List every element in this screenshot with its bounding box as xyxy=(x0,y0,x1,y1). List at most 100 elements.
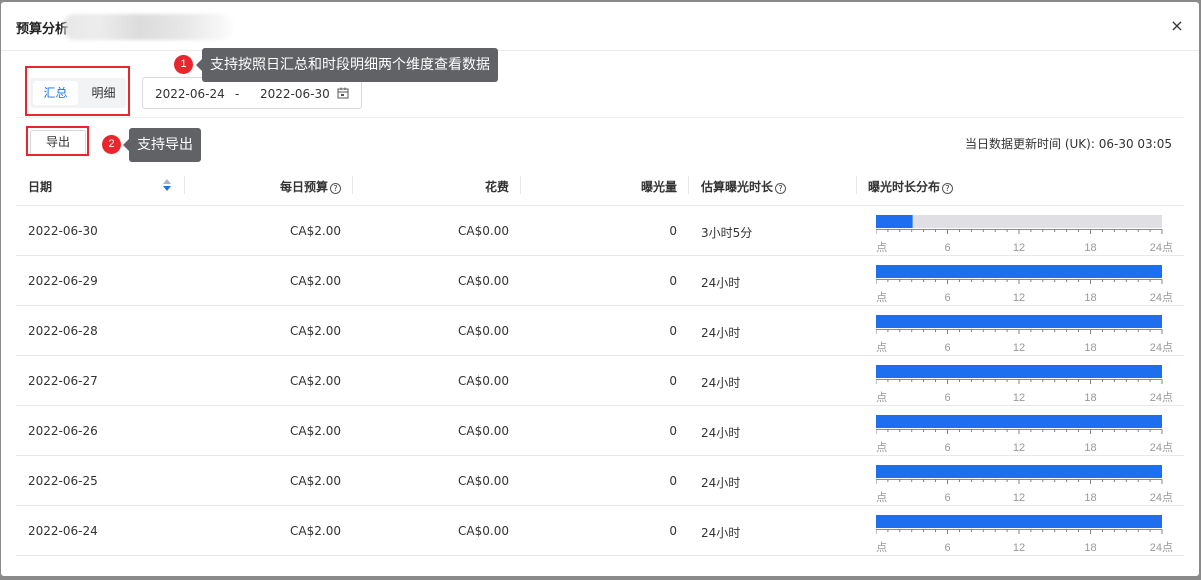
distribution-axis-label: 0点 xyxy=(876,341,887,354)
cell-impressions: 0 xyxy=(669,324,677,338)
distribution-axis-label: 18 xyxy=(1084,542,1096,554)
cell-daily-budget: CA$2.00 xyxy=(290,424,341,438)
distribution-axis-label: 6 xyxy=(944,242,950,254)
cell-date: 2022-06-29 xyxy=(28,274,98,288)
help-icon[interactable]: ? xyxy=(330,183,341,194)
distribution-axis-label: 18 xyxy=(1084,342,1096,354)
table-row: 2022-06-27 CA$2.00 CA$0.00 0 24小时 0点 6 12 18 24点 xyxy=(16,356,1184,406)
distribution-axis-label: 18 xyxy=(1084,292,1096,304)
distribution-axis-label: 0点 xyxy=(876,441,887,454)
column-header-date[interactable]: 日期 xyxy=(28,178,52,195)
table-row: 2022-06-30 CA$2.00 CA$0.00 0 3小时5分 0点 6 12 18 24点 xyxy=(16,206,1184,256)
date-range-end[interactable]: 2022-06-30 xyxy=(260,87,330,101)
header-separator xyxy=(184,176,185,194)
distribution-axis-label: 18 xyxy=(1084,242,1096,254)
cell-est-duration: 24小时 xyxy=(701,426,741,440)
distribution-axis-label: 24点 xyxy=(1150,291,1173,304)
distribution-axis-label: 12 xyxy=(1013,342,1025,354)
exposure-distribution-bar: 0点 6 12 18 24点 xyxy=(876,415,1173,454)
header-separator xyxy=(688,176,689,194)
distribution-axis-label: 24点 xyxy=(1150,341,1173,354)
distribution-axis-label: 0点 xyxy=(876,491,887,504)
distribution-axis-label: 18 xyxy=(1084,492,1096,504)
distribution-axis-label: 6 xyxy=(944,342,950,354)
exposure-distribution-bar: 0点 6 12 18 24点 xyxy=(876,365,1173,404)
close-icon[interactable]: × xyxy=(1167,16,1187,36)
distribution-axis-label: 18 xyxy=(1084,392,1096,404)
callout-tooltip-2: 支持导出 xyxy=(123,128,201,162)
highlight-box-view-switch xyxy=(25,66,130,116)
column-header-distribution: 曝光时长分布? xyxy=(868,178,954,195)
distribution-axis-label: 6 xyxy=(944,292,950,304)
cell-impressions: 0 xyxy=(669,524,677,538)
date-range-separator: - xyxy=(235,87,240,101)
distribution-axis-label: 0点 xyxy=(876,241,887,254)
distribution-axis-label: 0点 xyxy=(876,291,887,304)
exposure-distribution-bar: 0点 6 12 18 24点 xyxy=(876,315,1173,354)
cell-daily-budget: CA$2.00 xyxy=(290,274,341,288)
calendar-icon[interactable] xyxy=(337,87,349,99)
redacted-title-area xyxy=(63,14,233,40)
cell-est-duration: 24小时 xyxy=(701,276,741,290)
distribution-fill xyxy=(876,315,1162,328)
modal-header: 预算分析 × xyxy=(1,2,1199,51)
exposure-distribution-bar: 0点 6 12 18 24点 xyxy=(876,465,1173,504)
exposure-distribution-bar: 0点 6 12 18 24点 xyxy=(876,215,1173,254)
distribution-axis-label: 24点 xyxy=(1150,241,1173,254)
column-header-impressions: 曝光量 xyxy=(640,180,677,194)
modal-title: 预算分析 xyxy=(16,22,69,37)
callout-badge-1: 1 xyxy=(174,55,193,74)
distribution-fill xyxy=(876,265,1162,278)
distribution-axis-label: 24点 xyxy=(1150,441,1173,454)
distribution-axis-label: 24点 xyxy=(1150,391,1173,404)
help-icon[interactable]: ? xyxy=(775,183,787,194)
cell-impressions: 0 xyxy=(669,274,677,288)
distribution-axis-label: 6 xyxy=(944,542,950,554)
table-row: 2022-06-29 CA$2.00 CA$0.00 0 24小时 0点 6 12 18 24点 xyxy=(16,256,1184,306)
table-row: 2022-06-26 CA$2.00 CA$0.00 0 24小时 0点 6 12 18 24点 xyxy=(16,406,1184,456)
cell-impressions: 0 xyxy=(669,224,677,238)
cell-est-duration: 24小时 xyxy=(701,526,741,540)
cell-spend: CA$0.00 xyxy=(458,424,509,438)
distribution-fill xyxy=(876,415,1162,428)
date-range-start[interactable]: 2022-06-24 xyxy=(155,87,225,101)
column-header-est-duration: 估算曝光时长? xyxy=(701,178,787,195)
help-icon[interactable]: ? xyxy=(942,183,954,194)
cell-date: 2022-06-25 xyxy=(28,474,98,488)
cell-spend: CA$0.00 xyxy=(458,224,509,238)
cell-daily-budget: CA$2.00 xyxy=(290,374,341,388)
distribution-axis-label: 0点 xyxy=(876,541,887,554)
cell-daily-budget: CA$2.00 xyxy=(290,524,341,538)
callout-badge-2: 2 xyxy=(102,135,121,154)
toolbar-divider xyxy=(16,117,1184,118)
distribution-axis-label: 12 xyxy=(1013,292,1025,304)
distribution-axis-label: 6 xyxy=(944,492,950,504)
distribution-axis-label: 6 xyxy=(944,392,950,404)
distribution-fill xyxy=(876,465,1162,478)
distribution-axis-label: 24点 xyxy=(1150,491,1173,504)
cell-est-duration: 24小时 xyxy=(701,476,741,490)
header-separator xyxy=(352,176,353,194)
sort-icon[interactable] xyxy=(163,179,171,191)
exposure-distribution-bar: 0点 6 12 18 24点 xyxy=(876,265,1173,304)
column-header-daily-budget: 每日预算? xyxy=(280,178,341,195)
distribution-fill xyxy=(876,215,913,228)
cell-date: 2022-06-26 xyxy=(28,424,98,438)
cell-impressions: 0 xyxy=(669,474,677,488)
cell-impressions: 0 xyxy=(669,374,677,388)
cell-est-duration: 24小时 xyxy=(701,326,741,340)
cell-daily-budget: CA$2.00 xyxy=(290,474,341,488)
cell-est-duration: 3小时5分 xyxy=(701,226,753,240)
cell-date: 2022-06-24 xyxy=(28,524,98,538)
distribution-axis-label: 12 xyxy=(1013,492,1025,504)
data-update-time: 当日数据更新时间 (UK): 06-30 03:05 xyxy=(965,137,1172,151)
distribution-axis-label: 12 xyxy=(1013,242,1025,254)
cell-spend: CA$0.00 xyxy=(458,324,509,338)
cell-date: 2022-06-27 xyxy=(28,374,98,388)
distribution-axis-label: 12 xyxy=(1013,392,1025,404)
highlight-box-export xyxy=(26,126,89,156)
distribution-fill xyxy=(876,515,1162,528)
cell-daily-budget: CA$2.00 xyxy=(290,224,341,238)
cell-spend: CA$0.00 xyxy=(458,474,509,488)
table-row: 2022-06-25 CA$2.00 CA$0.00 0 24小时 0点 6 12 18 24点 xyxy=(16,456,1184,506)
